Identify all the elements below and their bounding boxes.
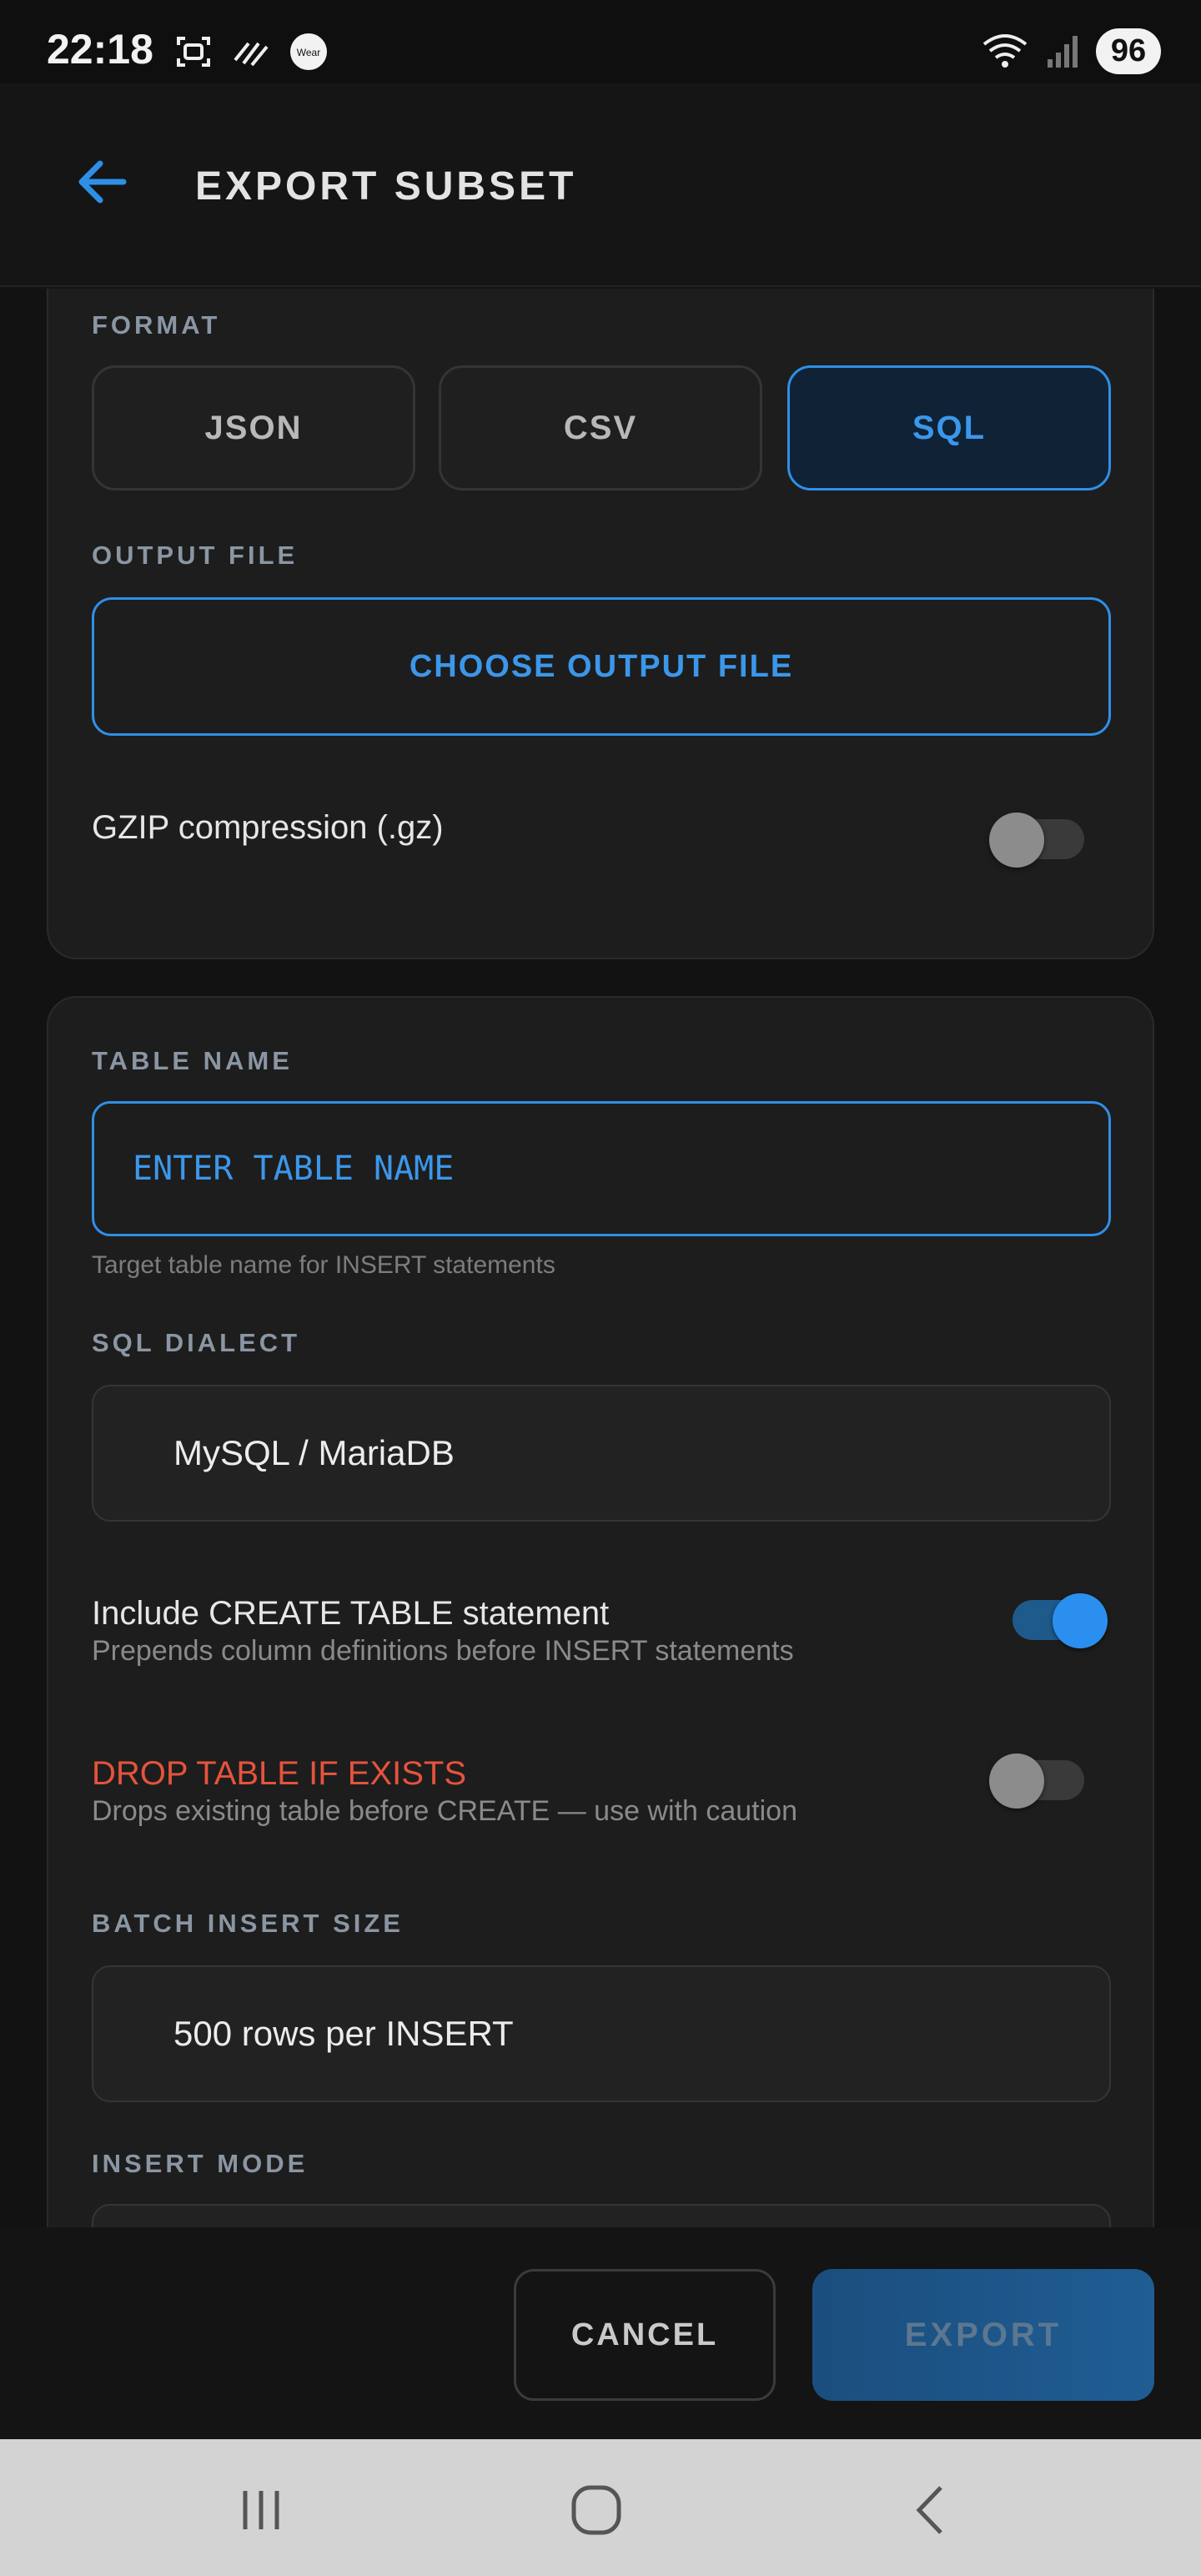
format-json-button[interactable]: JSON <box>92 365 415 491</box>
table-name-input[interactable]: ENTER TABLE NAME <box>92 1101 1111 1236</box>
screenshot-icon <box>177 37 210 67</box>
format-csv-button[interactable]: CSV <box>439 365 762 491</box>
cell-signal-icon <box>1048 35 1078 68</box>
format-selector: JSON CSV SQL <box>92 365 1111 491</box>
status-bar: 22:18 Wear 96 <box>0 0 1201 83</box>
scroll-area[interactable]: FORMAT JSON CSV SQL OUTPUT FILE CHOOSE O… <box>0 289 1201 2227</box>
wear-icon: Wear <box>290 33 327 70</box>
export-button[interactable]: EXPORT <box>812 2269 1154 2401</box>
batch-size-select[interactable]: 500 rows per INSERT <box>92 1965 1111 2102</box>
signal-slash-icon <box>234 42 269 67</box>
gzip-toggle-knob <box>989 813 1044 868</box>
table-name-label: TABLE NAME <box>92 1046 293 1075</box>
batch-size-label: BATCH INSERT SIZE <box>92 1909 404 1938</box>
output-file-label: OUTPUT FILE <box>92 541 299 570</box>
drop-table-toggle[interactable] <box>989 1753 1091 1809</box>
create-table-toggle[interactable] <box>1013 1593 1113 1648</box>
gzip-toggle-track <box>989 813 1084 868</box>
insert-mode-label: INSERT MODE <box>92 2149 309 2178</box>
sql-dialect-label: SQL DIALECT <box>92 1328 301 1357</box>
table-name-helper: Target table name for INSERT statements <box>92 1251 555 1279</box>
create-table-toggle-knob <box>1053 1593 1108 1648</box>
status-icons-right: 96 <box>981 28 1161 74</box>
drop-table-label: DROP TABLE IF EXISTS <box>92 1755 467 1792</box>
app-bar: EXPORT SUBSET <box>0 83 1201 287</box>
export-format-card: FORMAT JSON CSV SQL OUTPUT FILE CHOOSE O… <box>47 289 1154 959</box>
create-table-sub: Prepends column definitions before INSER… <box>92 1635 794 1667</box>
insert-mode-select[interactable] <box>92 2204 1111 2227</box>
recents-icon[interactable] <box>232 2481 290 2539</box>
create-table-toggle-track <box>1013 1593 1108 1648</box>
dialog-footer: CANCEL EXPORT <box>0 2227 1201 2439</box>
back-icon[interactable] <box>902 2481 961 2539</box>
arrow-left-icon[interactable] <box>72 152 132 212</box>
drop-table-sub: Drops existing table before CREATE — use… <box>92 1795 797 1827</box>
gzip-toggle[interactable] <box>989 813 1091 868</box>
page-title: EXPORT SUBSET <box>195 164 577 209</box>
battery-indicator: 96 <box>1096 28 1161 74</box>
system-nav-bar <box>0 2439 1201 2576</box>
choose-output-file-button[interactable]: CHOOSE OUTPUT FILE <box>92 597 1111 736</box>
drop-table-toggle-knob <box>989 1753 1044 1809</box>
status-icons-left: Wear <box>173 32 329 72</box>
status-time: 22:18 <box>47 26 153 73</box>
sql-options-card: TABLE NAME ENTER TABLE NAME Target table… <box>47 996 1154 2227</box>
format-sql-button[interactable]: SQL <box>787 365 1111 491</box>
drop-table-toggle-track <box>989 1753 1084 1809</box>
sql-dialect-select[interactable]: MySQL / MariaDB <box>92 1385 1111 1522</box>
wifi-icon <box>982 33 1028 68</box>
create-table-label: Include CREATE TABLE statement <box>92 1595 610 1632</box>
svg-text:Wear: Wear <box>297 47 320 58</box>
gzip-label: GZIP compression (.gz) <box>92 809 444 846</box>
cancel-button[interactable]: CANCEL <box>514 2269 776 2401</box>
format-label: FORMAT <box>92 310 221 340</box>
home-icon[interactable] <box>567 2481 626 2539</box>
